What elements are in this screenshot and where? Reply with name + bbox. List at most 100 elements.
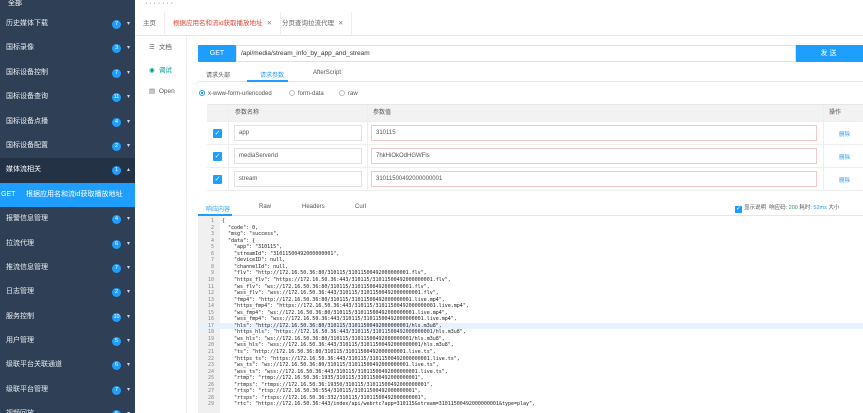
doc-debug-menu: ☰ 文档 ◉ 调试 ▤ Open: [135, 36, 187, 413]
code-text: "https_fmp4": "https://172.16.50.36:443/…: [222, 303, 469, 310]
line-number: 11: [207, 283, 214, 290]
close-icon[interactable]: ✕: [267, 20, 272, 27]
code-line: 25 "rtmp": "rtmp://172.16.50.36:1935/310…: [198, 375, 863, 381]
tab-stream-info[interactable]: 根据应用名和流id获取播放地址 ✕: [165, 12, 282, 36]
radio-raw[interactable]: raw: [339, 90, 358, 97]
send-button[interactable]: 发送: [796, 45, 863, 62]
url-input[interactable]: /api/media/stream_info_by_app_and_stream: [236, 45, 796, 62]
top-title: · · · · · · ·: [145, 0, 173, 7]
column-divider: [228, 122, 229, 144]
sidebar-item[interactable]: 推流信息管理 7 ▾: [0, 256, 135, 280]
param-value-input[interactable]: 7hkHiOkOdHGWFls: [371, 148, 817, 164]
sidebar-item[interactable]: 报警信息管理 4 ▾: [0, 207, 135, 231]
sidebar-item[interactable]: 国标设备控制 7 ▾: [0, 61, 135, 85]
row-checkbox[interactable]: ✓: [213, 152, 222, 161]
open-icon: ▤: [149, 88, 156, 95]
column-divider: [823, 105, 824, 121]
code-text: "ws_flv": "ws://172.16.50.36:80/310115/3…: [222, 283, 430, 290]
menu-debug[interactable]: ◉ 调试: [149, 64, 172, 74]
code-text: "rtc": "https://172.16.50.36:443/index/a…: [222, 401, 536, 408]
active-tab-indicator: [247, 80, 288, 82]
sidebar-item[interactable]: 服务控制 10 ▾: [0, 305, 135, 329]
chevron-down-icon: ▾: [126, 142, 130, 149]
code-text: "https_ts": "https://172.16.50.36:443/31…: [222, 355, 460, 362]
sidebar-item[interactable]: 视频回放5▾: [0, 402, 135, 413]
sidebar-item[interactable]: 媒体流相关 1 ▴: [0, 158, 135, 183]
response-code-editor[interactable]: 1{2 "code": 0, 3 "msg": "success", 4 "data…: [198, 216, 863, 413]
tab-request-headers[interactable]: 请求头部: [206, 70, 230, 79]
http-method-button[interactable]: GET: [198, 45, 236, 62]
menu-label: 调试: [158, 67, 172, 74]
tab-request-params[interactable]: 请求参数: [260, 70, 284, 79]
tab-proxy-list[interactable]: 分页查询拉流代理 ✕: [274, 12, 353, 36]
close-icon[interactable]: ✕: [338, 20, 343, 27]
radio-dot: [289, 90, 295, 96]
tab-response-body[interactable]: 响应内容: [206, 204, 230, 213]
radio-form-data[interactable]: form-data: [289, 90, 324, 97]
radio-label: form-data: [298, 91, 324, 97]
debug-icon: ◉: [149, 67, 155, 74]
delete-link[interactable]: 删除: [839, 130, 850, 138]
param-value-input[interactable]: 310115: [371, 125, 817, 141]
delete-link[interactable]: 删除: [839, 176, 850, 184]
line-number: 1: [210, 218, 214, 224]
param-value-input[interactable]: 31011500492000000001: [371, 171, 817, 187]
code-line: 7 "deviceID": null,: [198, 257, 863, 263]
tab-response-raw[interactable]: Raw: [259, 204, 271, 210]
sidebar-item-label: 级联平台关联通道: [6, 361, 62, 369]
sidebar-item[interactable]: 国标录像 3 ▾: [0, 36, 135, 60]
tab-response-curl[interactable]: Curl: [355, 204, 366, 210]
sidebar-item[interactable]: 国标设备点播 4 ▾: [0, 110, 135, 134]
code-text: "ws_ts": "ws://172.16.50.36:80/310115/31…: [222, 362, 439, 369]
column-divider: [823, 122, 824, 144]
count-badge: 6: [112, 361, 121, 371]
tab-home[interactable]: 主页: [135, 12, 165, 36]
sidebar-item[interactable]: 日志管理 2 ▾: [0, 280, 135, 304]
sidebar-item[interactable]: 国标设备查询 11 ▾: [0, 85, 135, 109]
code-text: "app": "310115",: [222, 244, 283, 251]
row-checkbox[interactable]: ✓: [213, 175, 222, 184]
tab-response-headers[interactable]: Headers: [302, 204, 325, 210]
sidebar-item-label: 服务控制: [6, 312, 34, 320]
sidebar-item[interactable]: 历史媒体下载 7 ▾: [0, 12, 135, 36]
delete-link[interactable]: 删除: [839, 153, 850, 161]
code-line: 20 "wss_hls": "wss://172.16.50.36:443/31…: [198, 342, 863, 348]
row-checkbox[interactable]: ✓: [213, 129, 222, 138]
column-divider: [823, 145, 824, 167]
chevron-up-icon: ▴: [126, 167, 130, 174]
code-line: 24 "wss_ts": "wss://172.16.50.36:443/310…: [198, 369, 863, 375]
radio-dot: [199, 90, 205, 96]
code-text: "fmp4": "http://172.16.50.36:80/310115/3…: [222, 296, 445, 303]
header-action: 操作: [829, 110, 842, 116]
sidebar-item[interactable]: 用户管理 5 ▾: [0, 329, 135, 353]
param-name-input[interactable]: mediaServerId: [234, 148, 362, 164]
menu-doc[interactable]: ☰ 文档: [149, 41, 172, 51]
chevron-down-icon: ▾: [126, 338, 130, 345]
show-desc-checkbox[interactable]: ✓: [735, 206, 742, 213]
table-row: ✓ stream 31011500492000000001 删除: [207, 168, 863, 191]
menu-open[interactable]: ▤ Open: [149, 87, 175, 95]
column-divider: [367, 145, 368, 167]
chevron-down-icon: ▾: [126, 216, 130, 223]
column-divider: [823, 168, 824, 190]
size-label: 大小: [828, 205, 840, 211]
line-number: 12: [207, 290, 214, 297]
count-badge: 5: [112, 337, 121, 347]
radio-urlencoded[interactable]: x-www-form-urlencoded: [199, 90, 272, 97]
sidebar-item[interactable]: 级联平台关联通道 6 ▾: [0, 353, 135, 377]
code-text: "https_flv": "https://172.16.50.36:443/3…: [222, 276, 451, 283]
chevron-down-icon: ▾: [126, 69, 130, 76]
sidebar-items: 历史媒体下载 7 ▾ 国标录像 3 ▾ 国标设备控制 7 ▾ 国标设备查询 11 ▾ 国标设备点播 4 ▾ 国…: [0, 12, 135, 413]
sidebar-item[interactable]: GET 根据应用名和流id获取播放地址: [0, 182, 135, 208]
param-name-input[interactable]: stream: [234, 171, 362, 187]
count-badge: 7: [112, 263, 121, 273]
param-name-input[interactable]: app: [234, 125, 362, 141]
line-number: 18: [207, 329, 214, 336]
sidebar-item[interactable]: 级联平台管理 7 ▾: [0, 378, 135, 402]
sidebar-item[interactable]: 拉流代理 6 ▾: [0, 232, 135, 256]
sidebar-item[interactable]: 国标设备配置 2 ▾: [0, 134, 135, 158]
column-divider: [228, 168, 229, 190]
request-subtabs: 请求头部 请求参数 AfterScript: [198, 67, 863, 82]
tab-afterscript[interactable]: AfterScript: [313, 70, 341, 76]
chevron-down-icon: ▾: [126, 264, 130, 271]
